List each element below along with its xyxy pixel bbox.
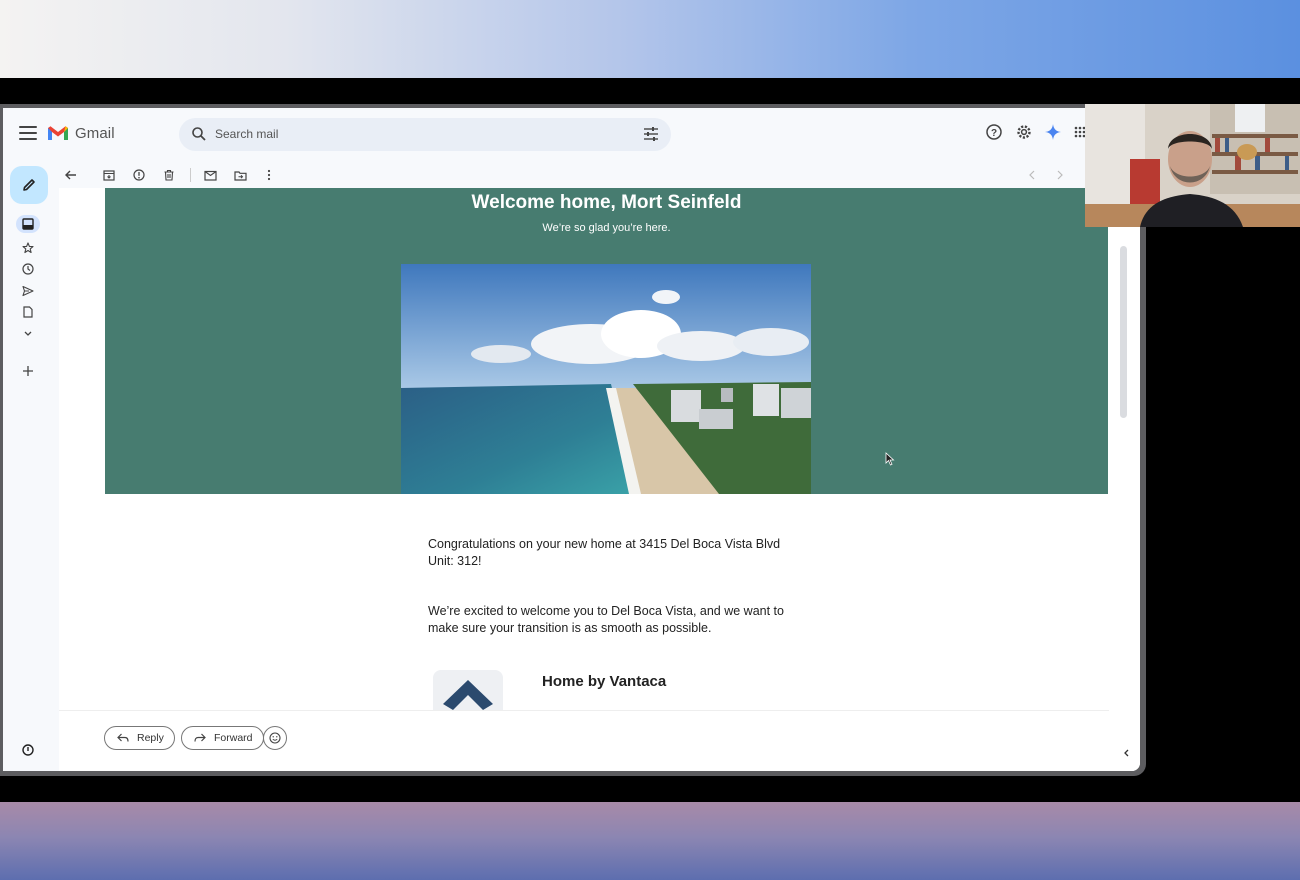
gmail-logo[interactable]: Gmail: [47, 122, 115, 144]
move-to-icon: [233, 170, 247, 181]
company-name: Home by Vantaca: [542, 673, 667, 690]
reply-icon: [117, 733, 129, 742]
vantaca-logo: [433, 670, 503, 710]
paragraph-congratulations: Congratulations on your new home at 3415…: [428, 537, 781, 568]
sidebar-upgrade-button[interactable]: [20, 742, 36, 758]
inbox-icon: [22, 218, 34, 230]
reply-button[interactable]: Reply: [104, 726, 175, 750]
snoozed-icon: [22, 263, 34, 275]
toolbar-divider: [190, 168, 191, 182]
compose-icon: [23, 179, 35, 191]
more-icon: [267, 169, 271, 181]
forward-button[interactable]: Forward: [181, 726, 264, 750]
vantaca-chevron-icon: [443, 680, 493, 710]
help-icon: ?: [986, 124, 1002, 140]
storage-icon: [22, 744, 34, 756]
search-icon[interactable]: [191, 126, 207, 142]
mark-unread-icon: [203, 170, 217, 181]
new-label-button[interactable]: [20, 363, 36, 379]
hero-subtitle: We’re so glad you’re here.: [542, 222, 671, 234]
forward-label: Forward: [214, 732, 253, 744]
search-input[interactable]: [215, 125, 615, 143]
more-options-button[interactable]: [260, 166, 278, 184]
search-bar[interactable]: [179, 118, 671, 151]
report-spam-button[interactable]: [130, 166, 148, 184]
desktop-background-top: [0, 0, 1300, 78]
back-button[interactable]: [62, 166, 80, 184]
svg-text:?: ?: [991, 128, 997, 139]
browser-window: Gmail ?: [0, 104, 1146, 776]
webcam-video-overlay: [1085, 104, 1300, 227]
sent-icon: [22, 285, 34, 297]
scrollbar-thumb[interactable]: [1120, 246, 1127, 418]
search-options-icon[interactable]: [643, 127, 659, 141]
hero-title: Welcome home, Mort Seinfeld: [471, 192, 742, 213]
reply-label: Reply: [137, 732, 164, 744]
move-to-button[interactable]: [231, 166, 249, 184]
beach-photo: [401, 264, 811, 494]
settings-icon: [1017, 125, 1031, 139]
forward-icon: [194, 733, 206, 742]
sidebar-item-snoozed[interactable]: [20, 261, 36, 277]
sidebar-item-starred[interactable]: [20, 240, 36, 256]
sidebar-item-inbox[interactable]: [16, 215, 40, 233]
back-icon: [65, 170, 76, 180]
chevron-left-icon: [1029, 170, 1035, 180]
new-label-icon: [23, 366, 33, 376]
gmail-app: Gmail ?: [3, 108, 1140, 771]
settings-button[interactable]: [1015, 120, 1033, 144]
emoji-reaction-button[interactable]: [263, 726, 287, 750]
more-chevron-icon: [24, 331, 32, 336]
sidebar-item-more[interactable]: [20, 326, 36, 342]
email-hero-banner: Welcome home, Mort Seinfeld We’re so gla…: [105, 188, 1108, 494]
sidebar-item-sent[interactable]: [20, 283, 36, 299]
desktop-background-bottom: [0, 802, 1300, 880]
message-pane: Welcome home, Mort Seinfeld We’re so gla…: [59, 188, 1140, 771]
emoji-icon: [269, 732, 281, 744]
compose-button[interactable]: [10, 166, 48, 204]
side-panel-toggle[interactable]: [1123, 744, 1129, 762]
help-button[interactable]: ?: [985, 120, 1003, 144]
sidebar-item-drafts[interactable]: [20, 304, 36, 320]
archive-button[interactable]: [100, 166, 118, 184]
starred-icon: [22, 242, 34, 254]
drafts-icon: [23, 306, 33, 318]
chevron-left-icon: [1124, 749, 1129, 757]
newer-button[interactable]: [1023, 166, 1041, 184]
gmail-m-icon: [48, 126, 68, 140]
mark-unread-button[interactable]: [201, 166, 219, 184]
older-button[interactable]: [1051, 166, 1069, 184]
reply-divider: [59, 710, 1109, 711]
main-menu-icon[interactable]: [19, 126, 37, 140]
archive-icon: [103, 170, 115, 181]
report-spam-icon: [133, 169, 145, 181]
chevron-right-icon: [1057, 170, 1063, 180]
paragraph-welcome: We’re excited to welcome you to Del Boca…: [428, 604, 784, 635]
delete-icon: [164, 169, 174, 181]
gmail-logo-text: Gmail: [75, 124, 115, 142]
gemini-button[interactable]: [1045, 120, 1061, 144]
mouse-cursor-icon: [885, 452, 895, 466]
delete-button[interactable]: [160, 166, 178, 184]
gemini-icon: [1045, 124, 1061, 140]
